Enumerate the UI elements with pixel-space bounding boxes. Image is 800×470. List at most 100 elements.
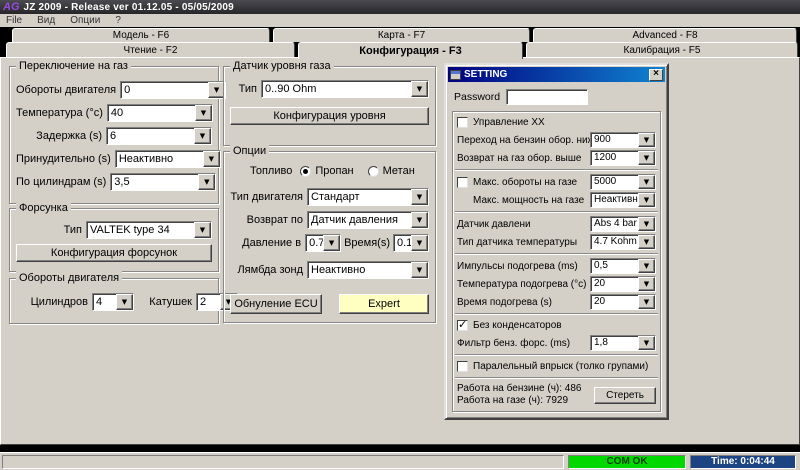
chevron-down-icon[interactable] [203,151,220,167]
petrol-filter-row: Фильтр бенз. форс. (ms) 1,8 [457,335,656,351]
chevron-down-icon[interactable] [194,128,211,144]
fuel-methane-label[interactable]: Метан [383,165,415,177]
group-title: Форсунка [16,201,71,215]
heating-time-combo[interactable]: 20 [590,294,656,310]
menu-options[interactable]: Опции [70,15,100,26]
heating-pulses-combo[interactable]: 0,5 [590,258,656,274]
max-rpm-combo[interactable]: 5000 [590,174,656,190]
expert-button[interactable]: Expert [339,294,429,314]
options-buttons-row: Обнуление ECU Expert [230,294,429,314]
status-empty-cell [2,455,564,469]
chevron-down-icon[interactable] [411,262,428,278]
gas-hours: Работа на газе (ч): 7929 [457,395,568,406]
group-title: Обороты двигателя [16,271,122,285]
checkbox-unchecked-icon[interactable] [457,177,468,188]
password-row: Password [454,89,659,105]
engine-rpm-group: Обороты двигателя Цилиндров 4 Катушек 2 [9,278,219,324]
no-capacitors-row: Без конденсаторов [457,319,656,332]
temp-sensor-combo[interactable]: 4.7 Kohm [590,234,656,250]
tab-configuration-f3[interactable]: Конфигурация - F3 [298,42,523,59]
erase-button[interactable]: Стереть [594,387,656,404]
max-power-combo[interactable]: Неактивно [590,192,656,208]
delay-row: Задержка (s) 6 [16,127,212,145]
chevron-down-icon[interactable] [638,151,655,165]
chevron-down-icon[interactable] [638,133,655,147]
gas-above-combo[interactable]: 1200 [590,150,656,166]
temperature-combo[interactable]: 40 [107,104,213,122]
ecu-reset-button[interactable]: Обнуление ECU [230,294,322,314]
level-config-button[interactable]: Конфигурация уровня [230,107,429,125]
fuel-propane-label[interactable]: Пропан [315,165,353,177]
radio-methane-icon[interactable] [368,166,379,177]
gas-level-group: Датчик уровня газа Тип 0..90 Ohm Конфигу… [223,66,436,146]
close-icon[interactable] [649,69,663,81]
heating-temp-combo[interactable]: 20 [590,276,656,292]
work-hours-row: Работа на бензине (ч): 486 Работа на газ… [457,382,656,408]
com-status-badge: COM OK [568,455,686,469]
forced-combo[interactable]: Неактивно [115,150,221,168]
chevron-down-icon[interactable] [638,217,655,231]
pressure-sensor-combo[interactable]: Abs 4 bar [590,216,656,232]
menu-file[interactable]: File [6,15,22,26]
time-badge: Time: 0:04:44 [690,455,796,469]
group-title: Опции [230,144,269,158]
chevron-down-icon[interactable] [411,212,428,228]
pressure-combo[interactable]: 0.7 [305,234,341,252]
time-combo[interactable]: 0.1 [393,234,429,252]
chevron-down-icon[interactable] [638,193,655,207]
separator [455,313,658,315]
chevron-down-icon[interactable] [411,235,428,251]
fuel-label: Топливо [250,165,292,177]
separator [455,411,658,412]
tab-calibration-f5[interactable]: Калибрация - F5 [526,42,798,57]
chevron-down-icon[interactable] [116,294,133,310]
return-combo[interactable]: Датчик давления [307,211,429,229]
setting-dialog-titlebar[interactable]: SETTING [448,67,665,82]
status-bar: COM OK Time: 0:04:44 [0,452,800,470]
parallel-injection-row: Паралельный впрыск (толко групами) [457,360,656,373]
temperature-row: Температура (°c) 40 [16,104,212,122]
setting-dialog-title: SETTING [464,69,507,80]
chevron-down-icon[interactable] [638,277,655,291]
chevron-down-icon[interactable] [638,175,655,189]
per-cylinder-combo[interactable]: 3,5 [110,173,216,191]
password-input[interactable] [506,89,588,105]
max-power-row: Макс. мощность на газе Неактивно [457,192,656,208]
checkbox-checked-icon[interactable] [457,320,468,331]
menu-view[interactable]: Вид [37,15,55,26]
chevron-down-icon[interactable] [638,235,655,249]
chevron-down-icon[interactable] [194,222,211,238]
cylinders-combo[interactable]: 4 [92,293,134,311]
fuel-row: Топливо Пропан Метан [230,164,429,178]
chevron-down-icon[interactable] [411,81,428,97]
petrol-below-combo[interactable]: 900 [590,132,656,148]
engine-rpm-row: Обороты двигателя 0 [16,81,212,99]
checkbox-unchecked-icon[interactable] [457,361,468,372]
chevron-down-icon[interactable] [638,336,655,350]
gas-above-row: Возврат на газ обор. выше 1200 [457,150,656,166]
injector-type-combo[interactable]: VALTEK type 34 [86,221,212,239]
chevron-down-icon[interactable] [638,295,655,309]
chevron-down-icon[interactable] [638,259,655,273]
engine-rpm-combo[interactable]: 0 [120,81,226,99]
chevron-down-icon[interactable] [411,189,428,205]
engine-type-combo[interactable]: Стандарт [307,188,429,206]
chevron-down-icon[interactable] [323,235,340,251]
radio-propane-icon[interactable] [300,166,311,177]
password-label: Password [454,91,506,103]
level-type-combo[interactable]: 0..90 Ohm [261,80,429,98]
menu-help[interactable]: ? [115,15,121,26]
chevron-down-icon[interactable] [195,105,212,121]
tab-model-f6[interactable]: Модель - F6 [12,28,270,42]
delay-combo[interactable]: 6 [106,127,212,145]
tab-map-f7[interactable]: Карта - F7 [273,28,530,42]
level-type-row: Тип 0..90 Ohm [230,80,429,98]
checkbox-unchecked-icon[interactable] [457,117,468,128]
injector-config-button[interactable]: Конфигурация форсунок [16,244,212,262]
tab-read-f2[interactable]: Чтение - F2 [6,42,295,57]
petrol-filter-combo[interactable]: 1,8 [590,335,656,351]
tab-advanced-f8[interactable]: Advanced - F8 [533,28,797,42]
pressure-time-row: Давление в 0.7 Время(s) 0.1 [230,234,429,252]
lambda-combo[interactable]: Неактивно [307,261,429,279]
chevron-down-icon[interactable] [198,174,215,190]
